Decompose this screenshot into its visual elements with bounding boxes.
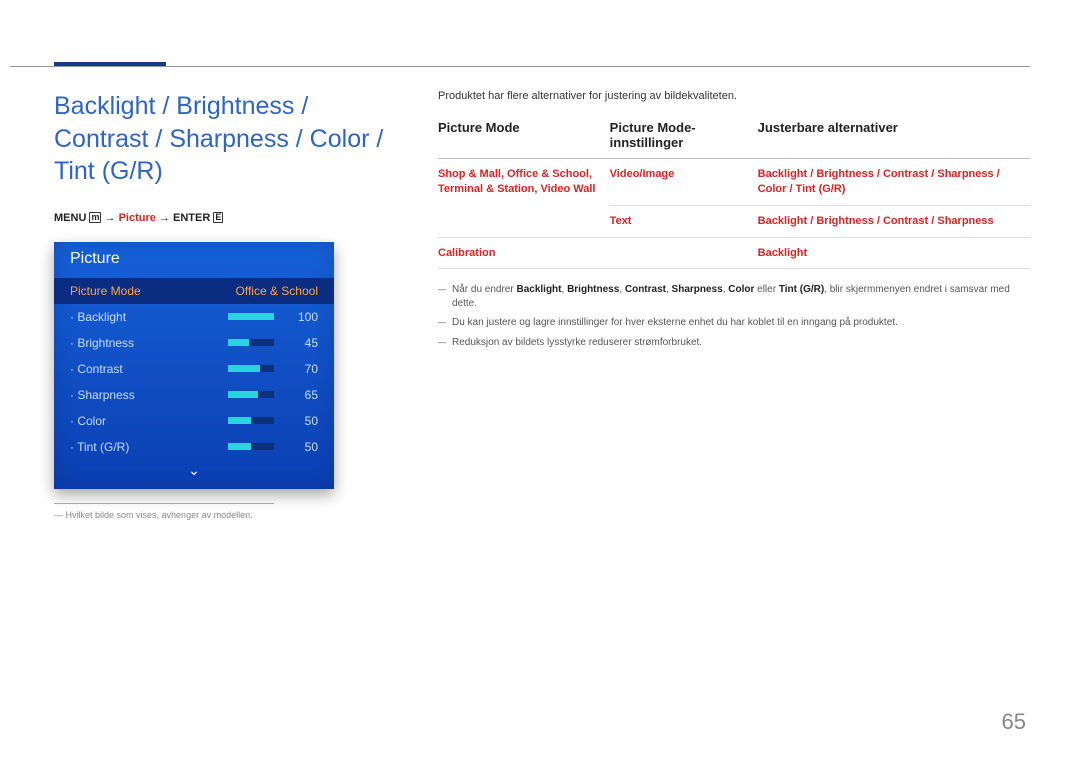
note-text: Du kan justere og lagre innstillinger fo…	[452, 316, 898, 330]
slider-track[interactable]	[228, 365, 274, 372]
notes-block: ― Når du endrer Backlight, Brightness, C…	[438, 283, 1030, 349]
menu-icon: m	[89, 212, 101, 223]
osd-row-picture-mode[interactable]: Picture Mode Office & School	[54, 278, 334, 304]
table-row: Calibration Backlight	[438, 237, 1030, 269]
slider-fill	[228, 339, 249, 346]
osd-label: Backlight	[70, 310, 228, 324]
page-title: Backlight / Brightness / Contrast / Shar…	[54, 90, 394, 188]
osd-picture-panel: Picture Picture Mode Office & School Bac…	[54, 242, 334, 489]
osd-row-backlight[interactable]: Backlight 100	[54, 304, 334, 330]
table-cell	[610, 237, 758, 269]
table-cell: Backlight / Brightness / Contrast / Shar…	[758, 205, 1030, 237]
osd-row-contrast[interactable]: Contrast 70	[54, 356, 334, 382]
footnote-text: Hvilket bilde som vises, avhenger av mod…	[66, 510, 253, 520]
note-text: Reduksjon av bildets lysstyrke reduserer…	[452, 336, 702, 350]
nav-picture: Picture	[119, 212, 156, 224]
nav-arrow: →	[105, 212, 119, 224]
osd-label: Picture Mode	[70, 284, 236, 298]
note-mark-icon: ―	[438, 336, 446, 350]
osd-label: Color	[70, 414, 228, 428]
page-number: 65	[1002, 709, 1026, 735]
note-text: Når du endrer Backlight, Brightness, Con…	[452, 283, 1030, 310]
chevron-down-icon[interactable]: ⌄	[54, 460, 334, 481]
intro-text: Produktet har flere alternativer for jus…	[438, 90, 1030, 102]
table-cell: Backlight / Brightness / Contrast / Shar…	[758, 159, 1030, 206]
enter-icon: E	[213, 212, 223, 223]
osd-label: Tint (G/R)	[70, 440, 228, 454]
osd-label: Contrast	[70, 362, 228, 376]
top-divider	[10, 66, 1030, 67]
osd-value: Office & School	[236, 284, 319, 298]
table-cell: Video/Image	[610, 159, 758, 206]
slider-fill	[228, 417, 251, 424]
osd-row-color[interactable]: Color 50	[54, 408, 334, 434]
note-line: ― Du kan justere og lagre innstillinger …	[438, 316, 1030, 330]
osd-value: 50	[286, 414, 318, 428]
table-cell: Text	[610, 205, 758, 237]
table-row: Shop & Mall, Office & School, Terminal &…	[438, 159, 1030, 206]
note-mark-icon: ―	[438, 316, 446, 330]
slider-fill	[228, 391, 258, 398]
document-page: Backlight / Brightness / Contrast / Shar…	[0, 0, 1080, 763]
nav-enter: ENTER	[173, 212, 210, 224]
note-mark-icon: ―	[438, 283, 446, 310]
footnote: ― Hvilket bilde som vises, avhenger av m…	[54, 510, 394, 520]
osd-row-tint[interactable]: Tint (G/R) 50	[54, 434, 334, 460]
table-cell: Shop & Mall, Office & School, Terminal &…	[438, 159, 610, 238]
nav-menu: MENU	[54, 212, 86, 224]
slider-track[interactable]	[228, 339, 274, 346]
slider-track[interactable]	[228, 391, 274, 398]
table-header: Picture Mode	[438, 120, 610, 159]
nav-arrow: →	[159, 212, 173, 224]
table-cell: Calibration	[438, 237, 610, 269]
osd-row-brightness[interactable]: Brightness 45	[54, 330, 334, 356]
slider-fill	[228, 443, 251, 450]
footnote-mark: ―	[54, 510, 63, 520]
slider-fill	[228, 313, 274, 320]
note-line: ― Reduksjon av bildets lysstyrke reduser…	[438, 336, 1030, 350]
slider-track[interactable]	[228, 313, 274, 320]
osd-value: 70	[286, 362, 318, 376]
slider-track[interactable]	[228, 443, 274, 450]
slider-fill	[228, 365, 260, 372]
options-table: Picture Mode Picture Mode-innstillinger …	[438, 120, 1030, 269]
accent-bar	[54, 62, 166, 66]
table-header: Justerbare alternativer	[758, 120, 1030, 159]
osd-panel-title: Picture	[54, 242, 334, 278]
table-header: Picture Mode-innstillinger	[610, 120, 758, 159]
note-line: ― Når du endrer Backlight, Brightness, C…	[438, 283, 1030, 310]
footnote-divider	[54, 503, 274, 504]
osd-row-sharpness[interactable]: Sharpness 65	[54, 382, 334, 408]
osd-value: 100	[286, 310, 318, 324]
osd-value: 65	[286, 388, 318, 402]
left-column: Backlight / Brightness / Contrast / Shar…	[54, 90, 394, 520]
table-cell: Backlight	[758, 237, 1030, 269]
osd-value: 50	[286, 440, 318, 454]
slider-track[interactable]	[228, 417, 274, 424]
osd-label: Brightness	[70, 336, 228, 350]
osd-label: Sharpness	[70, 388, 228, 402]
right-column: Produktet har flere alternativer for jus…	[438, 90, 1030, 520]
breadcrumb: MENU m → Picture → ENTER E	[54, 212, 394, 224]
osd-value: 45	[286, 336, 318, 350]
